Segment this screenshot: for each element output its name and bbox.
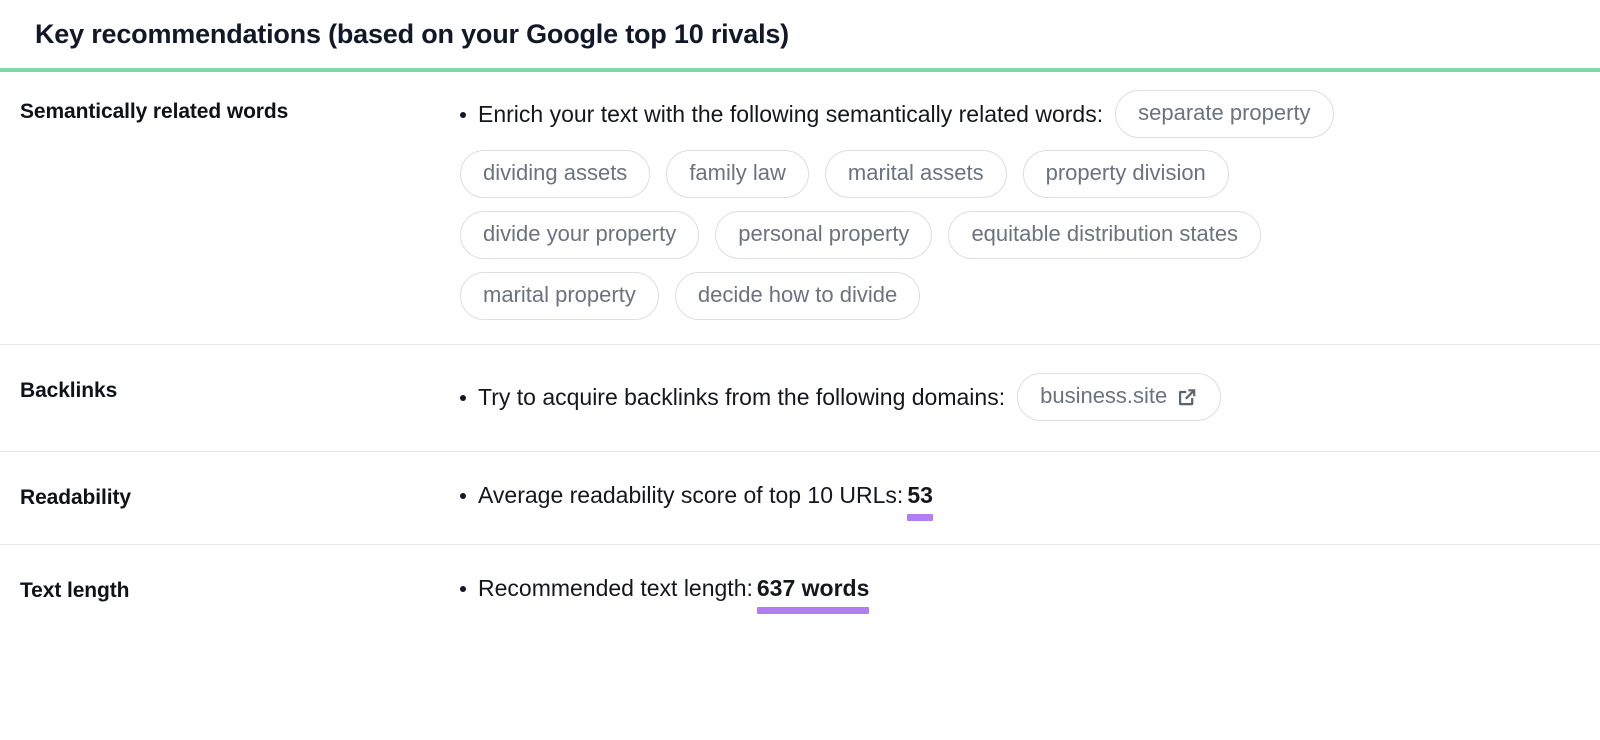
panel-header: Key recommendations (based on your Googl…: [0, 0, 1600, 68]
bullet-line-readability: Average readability score of top 10 URLs…: [460, 480, 1580, 521]
row-content-text-length: Recommended text length: 637 words: [460, 545, 1600, 623]
pill-group-line-2: dividing assets family law marital asset…: [460, 150, 1580, 198]
row-label-text-length: Text length: [20, 579, 130, 602]
pill-group-backlinks: business.site: [1017, 373, 1222, 421]
keyword-pill-label: divide your property: [483, 221, 677, 246]
keyword-pill[interactable]: personal property: [715, 211, 933, 259]
bullet-dot-icon: [460, 395, 466, 401]
readability-score-value: 53: [907, 481, 933, 521]
keyword-pill[interactable]: family law: [666, 150, 809, 198]
readability-score-number: 53: [907, 481, 933, 508]
keyword-pill-label: property division: [1045, 160, 1206, 185]
backlink-domain-label: business.site: [1040, 383, 1168, 408]
bullet-dot-icon: [460, 586, 466, 592]
recommendation-row-text-length: Text length Recommended text length: 637…: [0, 545, 1600, 623]
keyword-pill[interactable]: separate property: [1115, 90, 1334, 138]
keyword-pill[interactable]: property division: [1022, 150, 1229, 198]
row-label-backlinks: Backlinks: [20, 379, 118, 402]
keyword-pill-label: equitable distribution states: [971, 221, 1239, 246]
highlight-underline: [756, 606, 870, 614]
keyword-pill-label: dividing assets: [483, 160, 628, 185]
pill-group-line-1: separate property: [1115, 90, 1334, 138]
keyword-pill[interactable]: equitable distribution states: [948, 211, 1262, 259]
keyword-pill[interactable]: marital property: [460, 272, 659, 320]
row-content-readability: Average readability score of top 10 URLs…: [460, 452, 1600, 544]
keyword-pill-label: separate property: [1138, 100, 1311, 125]
bullet-text-readability: Average readability score of top 10 URLs…: [478, 482, 904, 508]
keyword-pill[interactable]: marital assets: [824, 150, 1007, 198]
row-content-semantics: Enrich your text with the following sema…: [460, 72, 1600, 344]
bullet-line-backlinks: Try to acquire backlinks from the follow…: [460, 373, 1580, 421]
bullet-text-text-length: Recommended text length:: [478, 575, 753, 601]
keyword-pill-label: family law: [689, 160, 786, 185]
keyword-pill-label: marital property: [483, 282, 636, 307]
keyword-pill-label: decide how to divide: [697, 282, 898, 307]
recommendation-row-backlinks: Backlinks Try to acquire backlinks from …: [0, 345, 1600, 452]
highlight-underline: [907, 513, 933, 521]
bullet-line-text-length: Recommended text length: 637 words: [460, 573, 1580, 614]
text-length-number: 637 words: [756, 574, 870, 601]
keyword-pill[interactable]: divide your property: [460, 211, 700, 259]
recommendation-row-semantics: Semantically related words Enrich your t…: [0, 72, 1600, 345]
keyword-pill[interactable]: dividing assets: [460, 150, 651, 198]
keyword-pill-rows: dividing assets family law marital asset…: [460, 150, 1580, 320]
backlink-domain-pill[interactable]: business.site: [1017, 373, 1222, 421]
external-link-icon: [1176, 386, 1198, 408]
bullet-text-backlinks: Try to acquire backlinks from the follow…: [478, 384, 1006, 410]
bullet-dot-icon: [460, 493, 466, 499]
pill-group-line-4: marital property decide how to divide: [460, 272, 1580, 320]
key-recommendations-panel: Key recommendations (based on your Googl…: [0, 0, 1600, 623]
bullet-text-semantics: Enrich your text with the following sema…: [478, 101, 1104, 127]
bullet-dot-icon: [460, 112, 466, 118]
keyword-pill[interactable]: decide how to divide: [674, 272, 921, 320]
row-label-semantics: Semantically related words: [20, 100, 289, 123]
page-title: Key recommendations (based on your Googl…: [35, 19, 789, 49]
keyword-pill-label: marital assets: [847, 160, 984, 185]
keyword-pill-label: personal property: [738, 221, 910, 246]
bullet-line-semantics: Enrich your text with the following sema…: [460, 90, 1580, 138]
pill-group-line-3: divide your property personal property e…: [460, 211, 1580, 259]
row-label-readability: Readability: [20, 486, 131, 509]
recommendation-row-readability: Readability Average readability score of…: [0, 452, 1600, 545]
row-content-backlinks: Try to acquire backlinks from the follow…: [460, 345, 1600, 451]
text-length-value: 637 words: [756, 574, 870, 614]
